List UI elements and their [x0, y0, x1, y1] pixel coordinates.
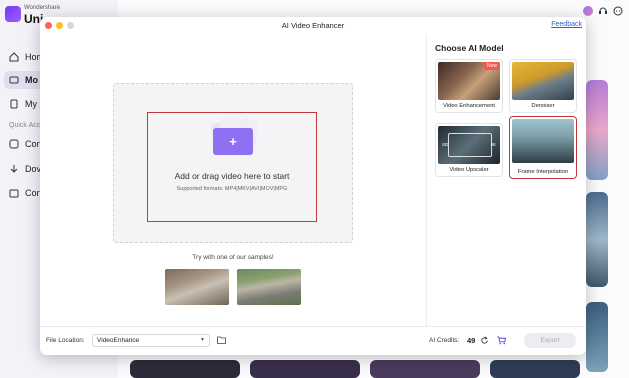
drop-zone-title: Add or drag video here to start — [174, 171, 290, 181]
model-thumbnail: SD 4K — [438, 126, 500, 164]
compress-icon — [9, 189, 19, 198]
sidebar-item-label: Mo — [25, 75, 38, 85]
file-location-select[interactable]: VideoEnhance ▼ — [92, 334, 210, 347]
model-thumbnail — [512, 62, 574, 100]
avatar[interactable] — [583, 6, 593, 16]
ai-credits-value: 49 — [467, 336, 476, 345]
supported-formats: Supported formats: MP4|MKV|AVI|MOV|MPG — [176, 186, 288, 192]
samples-label: Try with one of our samples! — [192, 254, 274, 261]
sidebar-item-label: My — [25, 99, 37, 109]
sample-video-2[interactable] — [237, 269, 301, 305]
upscale-frame — [448, 133, 492, 157]
quick-access-label: Quick Acc — [9, 122, 41, 129]
file-location-label: File Location: — [46, 337, 85, 344]
headset-icon[interactable] — [598, 6, 608, 16]
choose-model-title: Choose AI Model — [435, 43, 504, 53]
background-card — [490, 360, 580, 378]
model-label: Video Upscaler — [449, 167, 489, 173]
file-icon — [10, 99, 18, 109]
app-logo — [5, 6, 21, 22]
upload-pane: + Add or drag video here to start Suppor… — [40, 34, 426, 326]
convert-icon — [9, 139, 19, 149]
background-card — [370, 360, 480, 378]
background-card — [586, 302, 608, 372]
upscale-tag-4k: 4K — [490, 142, 496, 147]
model-video-upscaler[interactable]: SD 4K Video Upscaler — [435, 123, 503, 177]
video-icon — [9, 76, 19, 84]
model-denoiser[interactable]: Denoiser — [509, 59, 577, 113]
upscale-tag-sd: SD — [442, 142, 449, 147]
download-icon — [10, 165, 18, 173]
model-label: Video Enhancement — [442, 103, 496, 109]
dialog-footer: File Location: VideoEnhance ▼ AI Credits… — [40, 326, 586, 355]
refresh-icon[interactable] — [480, 336, 489, 345]
background-card — [130, 360, 240, 378]
brand-small: Wondershare — [24, 5, 60, 11]
cart-icon[interactable] — [497, 336, 506, 345]
background-card — [586, 192, 608, 287]
feedback-link[interactable]: Feedback — [551, 21, 582, 28]
new-badge: New — [483, 62, 500, 70]
drop-zone[interactable]: + Add or drag video here to start Suppor… — [113, 83, 353, 243]
add-folder-icon: + — [205, 116, 261, 160]
sidebar-item-label: Dov — [25, 164, 42, 174]
home-icon — [9, 52, 19, 62]
model-video-enhancement[interactable]: New Video Enhancement — [435, 59, 503, 113]
header-icons — [583, 6, 623, 16]
model-thumbnail — [512, 119, 574, 163]
model-pane: Choose AI Model New Video Enhancement De… — [426, 34, 586, 326]
ai-video-enhancer-dialog: AI Video Enhancer Feedback + Add or drag… — [40, 17, 586, 355]
background-card — [586, 80, 608, 180]
plus-icon: + — [213, 128, 253, 155]
chat-icon[interactable] — [613, 6, 623, 16]
export-button[interactable]: Export — [524, 333, 576, 348]
sample-video-1[interactable] — [165, 269, 229, 305]
add-video-area[interactable]: + Add or drag video here to start Suppor… — [147, 112, 317, 222]
ai-credits-label: AI Credits: — [429, 337, 460, 344]
open-folder-icon[interactable] — [217, 336, 226, 344]
model-label: Denoiser — [531, 103, 555, 109]
title-bar: AI Video Enhancer Feedback — [40, 17, 586, 34]
file-location-value: VideoEnhance — [97, 337, 140, 344]
chevron-down-icon: ▼ — [200, 337, 205, 343]
background-card — [250, 360, 360, 378]
model-frame-interpolation[interactable]: Frame Interpolation — [509, 116, 577, 179]
dialog-title: AI Video Enhancer — [281, 21, 345, 30]
model-label: Frame Interpolation — [517, 169, 569, 175]
